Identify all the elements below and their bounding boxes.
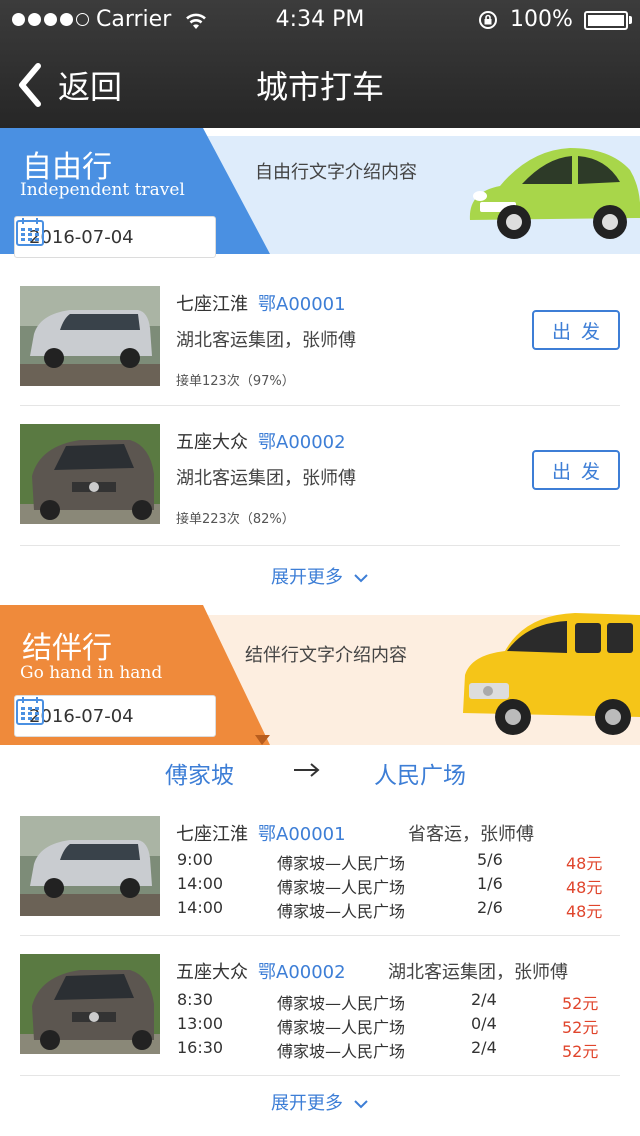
trip-price: 48元	[566, 878, 603, 897]
company-driver: 湖北客运集团，张师傅	[388, 962, 568, 983]
trip-route: 傅家坡—人民广场	[277, 878, 406, 897]
trip-seats: 5/6	[477, 850, 503, 869]
plate-number: 鄂A00001	[258, 824, 346, 845]
status-bar: Carrier 4:34 PM 100%	[0, 0, 640, 40]
trip-price: 48元	[566, 902, 603, 921]
trip-time: 9:00	[177, 850, 213, 869]
car-list-item[interactable]: 七座江淮 鄂A00001 湖北客运集团，张师傅 接单123次（97%） 出发	[20, 266, 620, 406]
chevron-down-icon	[354, 1100, 368, 1109]
carpool-list-item[interactable]: 七座江淮 鄂A00001 省客运，张师傅 9:00 傅家坡—人民广场 5/6 4…	[20, 796, 620, 936]
free-travel-banner: 自由行文字介绍内容 自由行 Independent travel 2016-07…	[0, 128, 640, 258]
chevron-left-icon	[19, 63, 41, 107]
company-driver: 湖北客运集团，张师傅	[176, 330, 356, 351]
battery-icon	[584, 11, 628, 30]
plate-number: 鄂A00001	[258, 294, 346, 315]
trip-time: 8:30	[177, 990, 213, 1009]
plate-number: 鄂A00002	[258, 962, 346, 983]
silver-minivan-photo	[20, 816, 160, 916]
trip-seats: 0/4	[471, 1014, 497, 1033]
depart-button[interactable]: 出发	[532, 310, 620, 350]
trip-price: 52元	[562, 1018, 599, 1037]
route-selector: 傅家坡 人民广场	[0, 756, 640, 790]
order-stats: 接单223次（82%）	[176, 512, 295, 527]
trip-time: 13:00	[177, 1014, 224, 1033]
free-travel-date-picker[interactable]: 2016-07-04	[14, 216, 216, 258]
route-origin[interactable]: 傅家坡	[165, 756, 234, 790]
car-list-item[interactable]: 五座大众 鄂A00002 湖北客运集团，张师傅 接单223次（82%） 出发	[20, 406, 620, 546]
trip-route: 傅家坡—人民广场	[277, 1042, 406, 1061]
car-model: 七座江淮	[176, 824, 248, 845]
trip-route: 傅家坡—人民广场	[277, 854, 406, 873]
trip-time: 16:30	[177, 1038, 224, 1057]
trip-price: 52元	[562, 1042, 599, 1061]
depart-button[interactable]: 出发	[532, 450, 620, 490]
route-destination[interactable]: 人民广场	[374, 756, 466, 790]
expand-more-label: 展开更多	[271, 567, 343, 588]
car-model: 五座大众	[176, 432, 248, 453]
trip-seats: 2/4	[471, 1038, 497, 1057]
arrow-right-icon	[294, 763, 320, 777]
trip-seats: 2/6	[477, 898, 503, 917]
battery-percent: 100%	[510, 7, 573, 32]
trip-route: 傅家坡—人民广场	[277, 902, 406, 921]
back-label: 返回	[58, 68, 123, 106]
order-stats: 接单123次（97%）	[176, 374, 295, 389]
date-value: 2016-07-04	[29, 226, 134, 248]
expand-more-label: 展开更多	[271, 1093, 343, 1114]
grey-volkswagen-photo	[20, 424, 160, 524]
trip-time: 14:00	[177, 874, 224, 893]
expand-more-button[interactable]: 展开更多	[0, 563, 640, 589]
calendar-icon	[16, 697, 44, 725]
plate-number: 鄂A00002	[258, 432, 346, 453]
free-travel-tag: 自由行 Independent travel 2016-07-04	[0, 128, 270, 258]
date-value: 2016-07-04	[29, 705, 134, 727]
companion-travel-subtitle: Go hand in hand	[20, 663, 163, 683]
car-model: 七座江淮	[176, 294, 248, 315]
trip-route: 傅家坡—人民广场	[277, 1018, 406, 1037]
trip-price: 48元	[566, 854, 603, 873]
trip-time: 14:00	[177, 898, 224, 917]
rotation-lock-icon	[479, 11, 497, 29]
grey-volkswagen-photo	[20, 954, 160, 1054]
companion-travel-banner: 结伴行文字介绍内容 结伴行 Go hand in hand 2016-07-04	[0, 605, 640, 745]
trip-price: 52元	[562, 994, 599, 1013]
green-beetle-car-image	[469, 148, 640, 239]
companion-travel-tag: 结伴行 Go hand in hand 2016-07-04	[0, 605, 270, 745]
back-button[interactable]: 返回	[14, 60, 122, 110]
companion-travel-title: 结伴行	[22, 631, 112, 666]
trip-seats: 1/6	[477, 874, 503, 893]
free-travel-intro: 自由行文字介绍内容	[255, 162, 417, 183]
top-bar: Carrier 4:34 PM 100% 返回 城市打车	[0, 0, 640, 128]
trip-route: 傅家坡—人民广场	[277, 994, 406, 1013]
car-model: 五座大众	[176, 962, 248, 983]
expand-more-button[interactable]: 展开更多	[0, 1089, 640, 1115]
carpool-list-item[interactable]: 五座大众 鄂A00002 湖北客运集团，张师傅 8:30 傅家坡—人民广场 2/…	[20, 936, 620, 1076]
company-driver: 省客运，张师傅	[408, 824, 534, 845]
companion-travel-date-picker[interactable]: 2016-07-04	[14, 695, 216, 737]
yellow-van-image	[463, 613, 640, 735]
free-travel-subtitle: Independent travel	[20, 180, 185, 200]
company-driver: 湖北客运集团，张师傅	[176, 468, 356, 489]
trip-seats: 2/4	[471, 990, 497, 1009]
silver-minivan-photo	[20, 286, 160, 386]
calendar-icon	[16, 218, 44, 246]
chevron-down-icon	[354, 574, 368, 583]
battery-tip	[629, 16, 632, 24]
